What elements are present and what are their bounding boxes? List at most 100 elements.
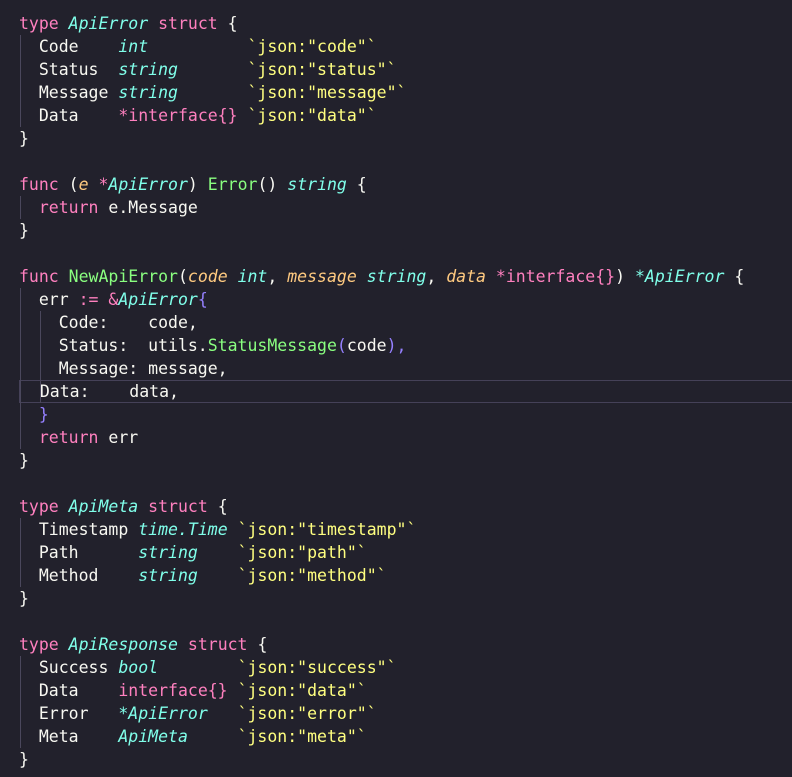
code-token: { <box>227 14 238 33</box>
code-line[interactable]: Meta ApiMeta `json:"meta"` <box>0 725 792 748</box>
indent-guide <box>20 656 21 748</box>
code-token: string <box>287 175 347 194</box>
code-token: { <box>257 635 268 654</box>
code-token: type <box>19 497 69 516</box>
code-line[interactable]: Error *ApiError `json:"error"` <box>0 702 792 725</box>
code-token: data <box>446 267 496 286</box>
code-line[interactable]: } <box>0 219 792 242</box>
code-token: int <box>118 37 149 56</box>
code-token: data, <box>129 382 179 401</box>
code-token: e.Message <box>108 198 198 217</box>
code-token: ApiError <box>108 175 188 194</box>
code-line[interactable]: Message: message, <box>0 357 792 380</box>
code-line[interactable]: Data *interface{} `json:"data"` <box>0 104 792 127</box>
code-line-text: func NewApiError(code int, message strin… <box>19 265 744 288</box>
code-token: return <box>19 198 109 217</box>
code-token: := & <box>78 290 119 309</box>
code-line-text: Code: code, <box>19 311 198 334</box>
code-token: { <box>724 267 745 286</box>
code-line[interactable]: } <box>0 403 792 426</box>
code-token: Meta <box>19 727 119 746</box>
code-line-text: return err <box>19 426 138 449</box>
code-line[interactable]: Timestamp time.Time `json:"timestamp"` <box>0 518 792 541</box>
code-token: err <box>108 428 139 447</box>
code-line-text: Success bool `json:"success"` <box>19 656 397 679</box>
code-line[interactable]: Code int `json:"code"` <box>0 35 792 58</box>
code-line[interactable]: Status string `json:"status"` <box>0 58 792 81</box>
code-token: Timestamp <box>19 520 139 539</box>
code-token: ) <box>187 175 208 194</box>
code-token: interface{} <box>118 681 228 700</box>
code-line-text: } <box>19 127 29 150</box>
code-line-text: Code int `json:"code"` <box>19 35 377 58</box>
code-token: } <box>19 129 29 148</box>
code-token: utils. <box>148 336 208 355</box>
code-line[interactable]: return err <box>0 426 792 449</box>
code-token: string <box>366 267 427 286</box>
code-token: ( <box>68 175 79 194</box>
code-token: code <box>346 336 387 355</box>
code-line[interactable]: Path string `json:"path"` <box>0 541 792 564</box>
code-line[interactable]: type ApiMeta struct { <box>0 495 792 518</box>
code-token: Success <box>19 658 119 677</box>
code-line[interactable]: Status: utils.StatusMessage(code), <box>0 334 792 357</box>
code-line-text: func (e *ApiError) Error() string { <box>19 173 367 196</box>
code-token: ( <box>336 336 347 355</box>
code-line[interactable] <box>0 610 792 633</box>
code-token: `json:"meta"` <box>237 727 367 746</box>
code-token: } <box>19 221 29 240</box>
code-line[interactable]: err := &ApiError{ <box>0 288 792 311</box>
code-line[interactable]: } <box>0 587 792 610</box>
code-line-text: type ApiError struct { <box>19 12 238 35</box>
code-line-text: } <box>19 748 29 771</box>
code-token: `json:"message"` <box>247 83 407 102</box>
code-token: Method <box>19 566 139 585</box>
code-line[interactable] <box>0 472 792 495</box>
code-line-text: type ApiResponse struct { <box>19 633 267 656</box>
code-line[interactable]: type ApiResponse struct { <box>0 633 792 656</box>
code-token: Error <box>19 704 119 723</box>
code-token: `json:"method"` <box>237 566 387 585</box>
code-line[interactable]: } <box>0 449 792 472</box>
code-line[interactable]: return e.Message <box>0 196 792 219</box>
code-line-text: } <box>19 449 29 472</box>
code-line[interactable]: Message string `json:"message"` <box>0 81 792 104</box>
code-token: ApiMeta <box>118 727 188 746</box>
code-token: `json:"data"` <box>237 681 367 700</box>
code-token: string <box>138 566 198 585</box>
code-token: e <box>78 175 99 194</box>
code-line-text: Method string `json:"method"` <box>19 564 387 587</box>
code-line-text: Message string `json:"message"` <box>19 81 407 104</box>
code-line[interactable]: func (e *ApiError) Error() string { <box>0 173 792 196</box>
code-line[interactable]: Data interface{} `json:"data"` <box>0 679 792 702</box>
code-token: `json:"path"` <box>237 543 367 562</box>
code-token: code, <box>148 313 198 332</box>
current-code-line[interactable]: Data: data, <box>19 380 792 403</box>
code-token: int <box>237 267 268 286</box>
code-token: } <box>19 589 29 608</box>
code-token: *interface{} <box>495 267 616 286</box>
code-line[interactable]: Code: code, <box>0 311 792 334</box>
code-token: `json:"error"` <box>237 704 377 723</box>
code-line[interactable] <box>0 150 792 173</box>
code-editor[interactable]: type ApiError struct { Code int `json:"c… <box>0 0 792 777</box>
code-token: Status: <box>19 336 149 355</box>
code-token: *interface{} <box>118 106 238 125</box>
code-token: ), <box>386 336 407 355</box>
code-line[interactable]: func NewApiError(code int, message strin… <box>0 265 792 288</box>
indent-guide <box>20 288 21 449</box>
code-token: *ApiError <box>118 704 208 723</box>
code-line[interactable]: Method string `json:"method"` <box>0 564 792 587</box>
code-line[interactable] <box>0 242 792 265</box>
code-line[interactable]: } <box>0 748 792 771</box>
code-token: func <box>19 175 69 194</box>
code-line[interactable]: type ApiError struct { <box>0 12 792 35</box>
code-line[interactable]: Success bool `json:"success"` <box>0 656 792 679</box>
code-line[interactable]: } <box>0 127 792 150</box>
